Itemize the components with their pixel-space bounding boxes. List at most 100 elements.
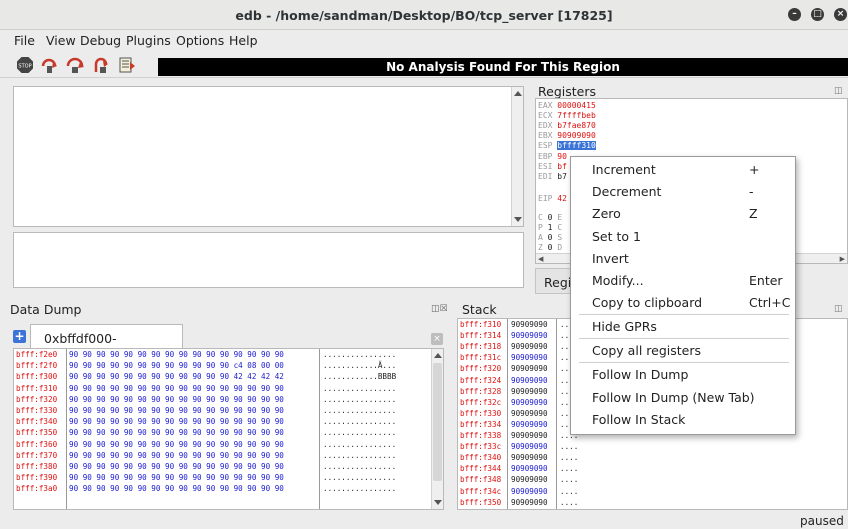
stack-value: 90909090 [511, 353, 548, 363]
register-ebx[interactable]: EBX 90909090 [538, 131, 596, 141]
register-eax[interactable]: EAX 00000415 [538, 101, 596, 111]
register-value: 90909090 [557, 131, 596, 140]
menu-plugins[interactable]: Plugins [126, 33, 171, 48]
scroll-down-icon[interactable] [514, 217, 522, 222]
register-edi[interactable]: EDI b7 [538, 172, 567, 182]
flag-c[interactable]: C 0 E [538, 213, 562, 223]
dump-address: bfff:f360 [16, 439, 58, 449]
register-esi[interactable]: ESI bf [538, 162, 567, 172]
close-button[interactable]: × [834, 8, 847, 21]
dump-ascii: ................ [323, 394, 397, 404]
dump-bytes: 90 90 90 90 90 90 90 90 90 90 90 90 90 9… [69, 350, 284, 359]
disassembly-pane[interactable] [13, 86, 524, 227]
dump-address: bfff:f390 [16, 473, 58, 483]
menu-help[interactable]: Help [229, 33, 258, 48]
register-value: 7ffffbeb [557, 111, 596, 120]
menu-set-to-1-label: Set to 1 [592, 229, 641, 244]
menu-invert[interactable]: Invert [592, 251, 629, 266]
step-over-icon[interactable] [66, 56, 84, 74]
scroll-up-icon[interactable] [514, 91, 522, 96]
flag-value: 0 [547, 243, 553, 252]
menu-separator [579, 338, 789, 339]
shortcut-decrement: - [749, 184, 754, 199]
stack-address: bfff:f344 [460, 464, 502, 474]
disassembly-scrollbar[interactable] [511, 87, 523, 226]
flag-name: Z [538, 243, 543, 252]
menu-debug[interactable]: Debug [80, 33, 121, 48]
scroll-up-icon[interactable] [434, 353, 442, 358]
dump-address: bfff:f300 [16, 372, 58, 382]
register-ebp[interactable]: EBP 90 [538, 152, 567, 162]
stack-ascii: .... [560, 475, 579, 485]
dump-address: bfff:f3a0 [16, 484, 58, 494]
menu-decrement-label: Decrement [592, 184, 662, 199]
stack-address: bfff:f348 [460, 475, 502, 485]
register-edx[interactable]: EDX b7fae870 [538, 121, 596, 131]
step-out-icon[interactable] [92, 56, 110, 74]
dock-float-icon[interactable]: ◫ [834, 304, 843, 314]
menu-hide-gprs[interactable]: Hide GPRs [592, 319, 657, 334]
dump-bytes: 90 90 90 90 90 90 90 90 90 90 90 90 90 9… [69, 484, 284, 494]
dump-ascii: ................ [323, 383, 397, 393]
menu-decrement[interactable]: Decrement [592, 184, 661, 199]
data-dump-pane[interactable]: bfff:f2e0 90 90 90 90 90 90 90 90 90 90 9… [13, 348, 444, 510]
menu-increment[interactable]: Increment [592, 162, 656, 177]
minimize-button[interactable]: – [788, 8, 801, 21]
stack-value: 90909090 [511, 386, 548, 396]
maximize-button[interactable]: □ [811, 8, 824, 21]
register-ecx[interactable]: ECX 7ffffbeb [538, 111, 596, 121]
tab-dump-region[interactable]: 0xbffdf000-0xc0000000 [30, 324, 183, 361]
menu-set-to-1[interactable]: Set to 1 [592, 229, 641, 244]
menu-follow-in-dump-new-tab[interactable]: Follow In Dump (New Tab) [592, 390, 755, 405]
flag-z[interactable]: Z 0 D [538, 243, 562, 253]
stack-address: bfff:f34c [460, 486, 502, 496]
menu-follow-in-dump[interactable]: Follow In Dump [592, 367, 688, 382]
shortcut-copy: Ctrl+C [749, 295, 791, 310]
stack-value: 90909090 [511, 486, 548, 496]
stack-ascii: .... [560, 497, 579, 507]
menu-follow-in-dump-new-tab-label: Follow In Dump (New Tab) [592, 390, 755, 405]
menu-file[interactable]: File [14, 33, 35, 48]
analysis-bar: No Analysis Found For This Region [158, 58, 848, 76]
menu-modify[interactable]: Modify... [592, 273, 644, 288]
scroll-down-icon[interactable] [434, 500, 442, 505]
tab-registers[interactable]: Regis [535, 268, 578, 294]
scroll-right-icon[interactable]: ▶ [840, 255, 845, 263]
menu-follow-in-stack[interactable]: Follow In Stack [592, 412, 685, 427]
dump-scrollbar[interactable] [431, 349, 443, 509]
menu-copy-all-registers[interactable]: Copy all registers [592, 343, 701, 358]
scroll-thumb[interactable] [433, 363, 442, 481]
register-eip[interactable]: EIP 42 [538, 194, 567, 204]
menu-copy-to-clipboard[interactable]: Copy to clipboard [592, 295, 702, 310]
column-divider [556, 319, 557, 509]
flag-p[interactable]: P 1 C [538, 223, 562, 233]
register-value: 90 [557, 152, 567, 161]
dock-float-icon[interactable]: ◫☒ [431, 304, 448, 314]
dock-float-icon[interactable]: ◫ [834, 86, 846, 96]
menu-options[interactable]: Options [176, 33, 224, 48]
dump-bytes: 90 90 90 90 90 90 90 90 90 90 90 90 90 9… [69, 473, 284, 483]
dump-ascii: ................ [323, 417, 397, 427]
stop-icon[interactable]: STOP [16, 56, 34, 74]
dump-ascii: ................ [323, 473, 397, 483]
shortcut-modify: Enter [749, 273, 783, 288]
register-esp[interactable]: ESP bffff310 [538, 141, 596, 151]
scroll-left-icon[interactable]: ◀ [538, 255, 543, 263]
run-icon[interactable] [118, 56, 136, 74]
stack-address: bfff:f340 [460, 453, 502, 463]
stack-address: bfff:f328 [460, 386, 502, 396]
menu-copy-all-registers-label: Copy all registers [592, 343, 701, 358]
stack-value: 90909090 [511, 320, 548, 329]
menu-view[interactable]: View [46, 33, 76, 48]
dump-address: bfff:f2e0 [16, 350, 58, 359]
add-tab-icon[interactable]: + [13, 330, 26, 343]
step-into-icon[interactable] [40, 56, 58, 74]
stack-value: 90909090 [511, 397, 548, 407]
register-name: EDI [538, 172, 553, 181]
menu-zero[interactable]: Zero [592, 206, 621, 221]
stack-address: bfff:f338 [460, 431, 502, 440]
flag-a[interactable]: A 0 S [538, 233, 562, 243]
close-tab-icon[interactable]: × [431, 333, 443, 345]
info-pane[interactable] [13, 232, 524, 288]
flag-alt-name: E [557, 213, 563, 222]
